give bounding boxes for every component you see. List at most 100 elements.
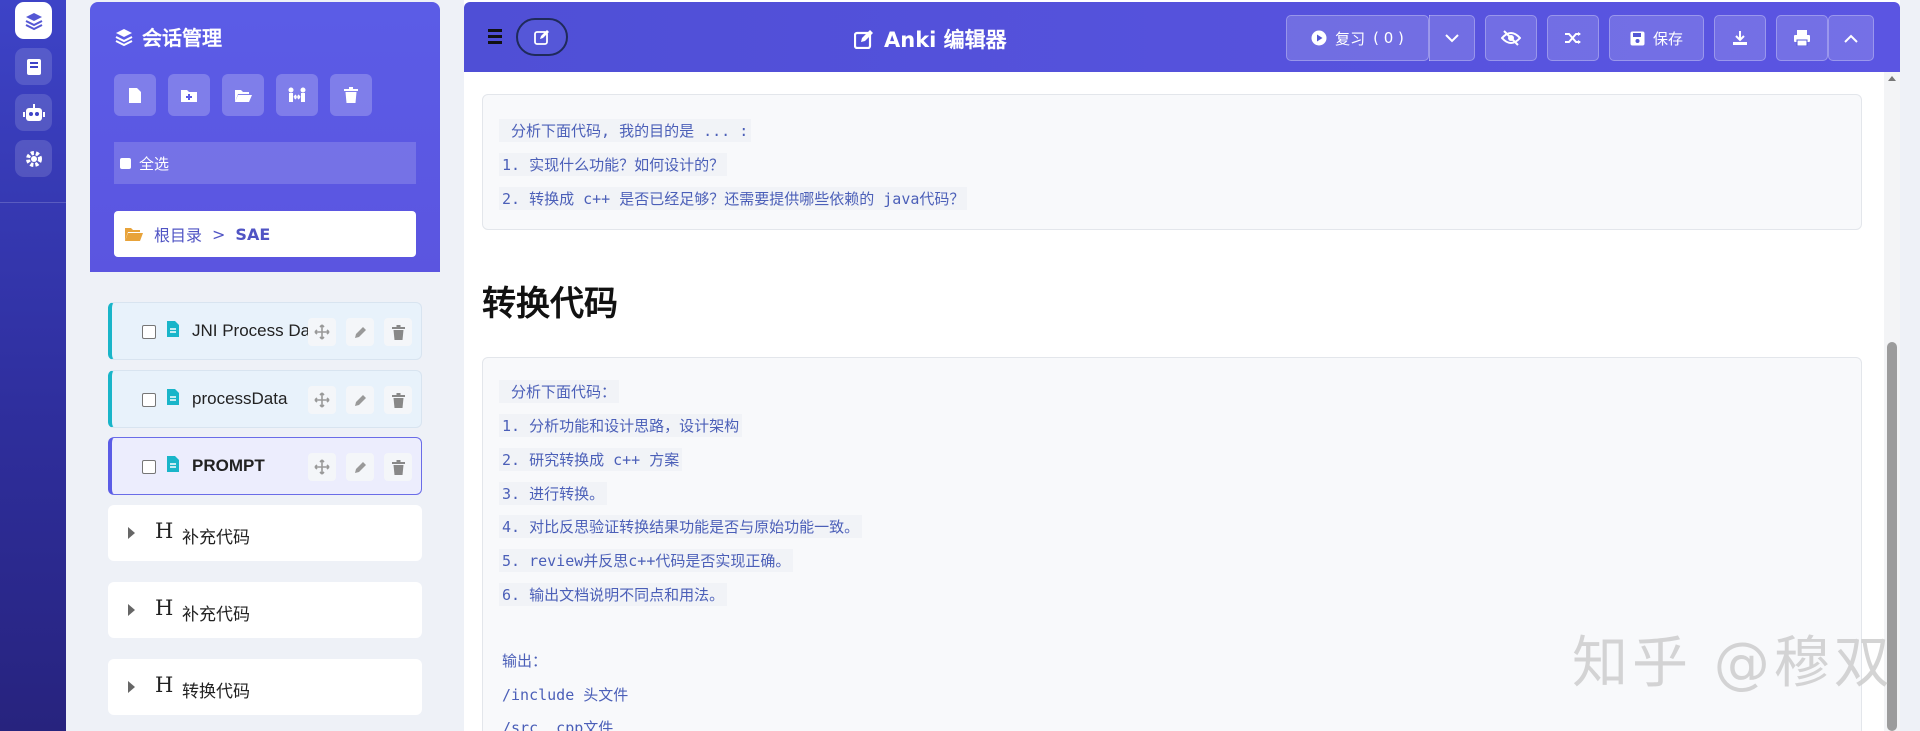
edit-file-button[interactable] — [346, 386, 374, 414]
review-dropdown-button[interactable] — [1429, 15, 1475, 61]
new-file-icon — [129, 87, 141, 103]
session-panel-header: 会话管理 全选 根目录 > SAE — [90, 2, 440, 272]
heading-item[interactable]: H 补充代码 — [108, 582, 422, 638]
move-handle[interactable] — [308, 318, 336, 346]
code-block: 分析下面代码, 我的目的是 ... : 1. 实现什么功能？如何设计的？ 2. … — [482, 94, 1862, 230]
code-line: 2. 研究转换成 c++ 方案 — [499, 448, 683, 471]
gear-icon[interactable] — [15, 140, 52, 177]
save-icon — [1630, 31, 1645, 45]
file-checkbox[interactable] — [142, 325, 156, 339]
chevron-down-icon — [1444, 33, 1459, 42]
rail-divider — [0, 202, 66, 203]
file-name: JNI Process Data — [192, 321, 325, 340]
code-line: /include 头文件 — [502, 686, 629, 704]
delete-file-button[interactable] — [384, 453, 412, 481]
file-checkbox[interactable] — [142, 393, 156, 407]
book-icon[interactable] — [15, 48, 52, 85]
expand-caret-icon[interactable] — [128, 604, 135, 616]
session-title-text: 会话管理 — [142, 26, 222, 50]
layers-icon — [115, 28, 133, 46]
heading-icon: H — [155, 519, 174, 543]
file-checkbox[interactable] — [142, 460, 156, 474]
select-all-row[interactable]: 全选 — [114, 142, 416, 184]
move-handle[interactable] — [308, 386, 336, 414]
shuffle-button[interactable] — [1547, 15, 1599, 61]
review-count: ( 0 ) — [1373, 29, 1404, 47]
edit-file-button[interactable] — [346, 453, 374, 481]
select-all-checkbox[interactable] — [120, 157, 131, 169]
editor-title: Anki 编辑器 — [854, 24, 1007, 54]
folder-open-icon — [125, 227, 143, 241]
delete-file-button[interactable] — [384, 386, 412, 414]
open-folder-button[interactable] — [222, 74, 264, 116]
new-folder-button[interactable] — [168, 74, 210, 116]
people-arrows-button[interactable] — [276, 74, 318, 116]
review-button[interactable]: 复习 ( 0 ) — [1286, 15, 1429, 61]
code-line: 2. 转换成 c++ 是否已经足够？还需要提供哪些依赖的 java代码？ — [499, 187, 968, 210]
save-button[interactable]: 保存 — [1609, 15, 1704, 61]
robot-icon[interactable] — [15, 94, 52, 131]
move-handle[interactable] — [308, 453, 336, 481]
edit-mode-button[interactable] — [516, 18, 568, 56]
code-line: 6. 输出文档说明不同点和用法。 — [499, 583, 728, 606]
code-line: 分析下面代码： — [499, 380, 620, 403]
code-line: 分析下面代码, 我的目的是 ... : — [499, 119, 752, 142]
download-button[interactable] — [1714, 15, 1766, 61]
breadcrumb-separator: > — [212, 224, 226, 244]
print-button[interactable] — [1776, 15, 1828, 61]
chevron-up-icon — [1844, 34, 1858, 43]
expand-caret-icon[interactable] — [128, 681, 135, 693]
download-icon — [1733, 31, 1747, 45]
trash-icon — [391, 392, 405, 408]
layers-icon[interactable] — [15, 2, 52, 39]
session-panel: 会话管理 全选 根目录 > SAE JNI Process Data proce… — [90, 0, 440, 731]
print-icon — [1794, 30, 1810, 46]
pencil-icon — [354, 394, 366, 406]
pencil-square-icon — [534, 30, 549, 45]
file-item[interactable]: processData — [108, 370, 422, 428]
code-line: 输出： — [502, 652, 548, 670]
file-icon — [167, 321, 179, 337]
pencil-square-icon — [854, 30, 873, 49]
scroll-up-arrow-icon[interactable] — [1888, 76, 1896, 81]
heading-icon: H — [155, 596, 174, 620]
new-file-button[interactable] — [114, 74, 156, 116]
file-item-active[interactable]: PROMPT — [108, 437, 422, 495]
delete-button[interactable] — [330, 74, 372, 116]
expand-caret-icon[interactable] — [128, 527, 135, 539]
breadcrumb: 根目录 > SAE — [114, 211, 416, 257]
code-line: 5. review并反思c++代码是否实现正确。 — [499, 549, 794, 572]
app-rail — [0, 0, 66, 731]
code-line: /src cpp文件 — [502, 719, 614, 731]
trash-icon — [391, 459, 405, 475]
shuffle-icon — [1565, 32, 1581, 44]
open-folder-icon — [235, 89, 252, 102]
heading-label: 补充代码 — [182, 528, 250, 548]
file-item[interactable]: JNI Process Data — [108, 302, 422, 360]
breadcrumb-current: SAE — [235, 224, 271, 244]
select-all-label: 全选 — [139, 154, 170, 173]
trash-icon — [391, 324, 405, 340]
code-line: 1. 分析功能和设计思路，设计架构 — [499, 414, 743, 437]
breadcrumb-root[interactable]: 根目录 — [154, 222, 202, 246]
edit-file-button[interactable] — [346, 318, 374, 346]
collapse-button[interactable] — [1828, 15, 1874, 61]
toggle-visibility-button[interactable] — [1485, 15, 1537, 61]
people-arrows-icon — [288, 87, 306, 102]
heading-item[interactable]: H 转换代码 — [108, 659, 422, 715]
file-name: processData — [192, 389, 288, 408]
code-line: 3. 进行转换。 — [499, 482, 608, 505]
delete-file-button[interactable] — [384, 318, 412, 346]
pencil-icon — [354, 461, 366, 473]
hamburger-icon[interactable] — [488, 29, 502, 45]
editor-title-text: Anki 编辑器 — [884, 28, 1007, 52]
review-split-divider — [1429, 15, 1430, 61]
heading-item[interactable]: H 补充代码 — [108, 505, 422, 561]
section-heading: 转换代码 — [482, 284, 618, 324]
review-label: 复习 — [1335, 29, 1366, 48]
code-line: 4. 对比反思验证转换结果功能是否与原始功能一致。 — [499, 515, 863, 538]
heading-icon: H — [155, 673, 174, 697]
file-icon — [167, 389, 179, 405]
code-line: 1. 实现什么功能？如何设计的？ — [499, 153, 728, 176]
session-title: 会话管理 — [114, 22, 222, 51]
